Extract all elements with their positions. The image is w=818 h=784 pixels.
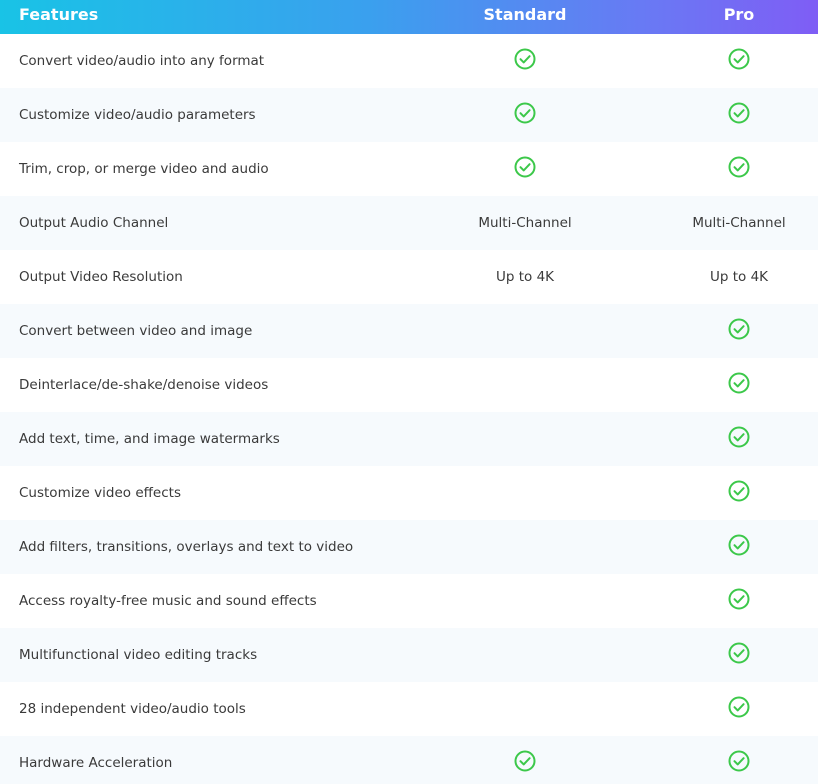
standard-cell [425, 358, 625, 412]
check-icon [514, 750, 536, 772]
pro-cell [639, 34, 818, 88]
pro-cell [639, 88, 818, 142]
feature-comparison-table: Features Standard Pro Convert video/audi… [0, 0, 818, 784]
standard-cell [425, 142, 625, 196]
pro-value: Multi-Channel [692, 215, 786, 231]
pro-cell [639, 358, 818, 412]
feature-label: Access royalty-free music and sound effe… [19, 593, 317, 609]
table-row: Add filters, transitions, overlays and t… [0, 520, 818, 574]
feature-label: Output Video Resolution [19, 269, 183, 285]
table-row: Access royalty-free music and sound effe… [0, 574, 818, 628]
pro-value: Up to 4K [709, 269, 769, 285]
feature-label: Convert video/audio into any format [19, 53, 265, 69]
pro-cell [639, 142, 818, 196]
feature-label: Convert between video and image [19, 323, 253, 339]
standard-cell [425, 88, 625, 142]
table-row: Output Audio Channel Multi-Channel Multi… [0, 196, 818, 250]
table-row: Convert between video and image [0, 304, 818, 358]
table-row: Hardware Acceleration [0, 736, 818, 784]
pro-cell [639, 520, 818, 574]
standard-cell: Multi-Channel [425, 196, 625, 250]
standard-cell [425, 466, 625, 520]
feature-label: Add text, time, and image watermarks [19, 431, 280, 447]
feature-label: Add filters, transitions, overlays and t… [19, 539, 354, 555]
header-standard: Standard [483, 5, 567, 24]
feature-label: Customize video/audio parameters [19, 107, 256, 123]
check-icon [728, 372, 750, 394]
table-row: Deinterlace/de-shake/denoise videos [0, 358, 818, 412]
pro-cell [639, 574, 818, 628]
feature-label: Hardware Acceleration [19, 755, 173, 771]
check-icon [728, 156, 750, 178]
table-header: Features Standard Pro [0, 0, 818, 34]
feature-label: 28 independent video/audio tools [19, 701, 246, 717]
feature-label: Deinterlace/de-shake/denoise videos [19, 377, 269, 393]
standard-cell [425, 736, 625, 784]
table-row: Convert video/audio into any format [0, 34, 818, 88]
check-icon [728, 534, 750, 556]
header-pro: Pro [723, 5, 755, 24]
standard-cell [425, 304, 625, 358]
check-icon [514, 48, 536, 70]
table-row: Multifunctional video editing tracks [0, 628, 818, 682]
standard-cell [425, 682, 625, 736]
feature-label: Output Audio Channel [19, 215, 169, 231]
pro-cell [639, 736, 818, 784]
pro-cell: Up to 4K [639, 250, 818, 304]
check-icon [728, 642, 750, 664]
check-icon [728, 588, 750, 610]
pro-cell: Multi-Channel [639, 196, 818, 250]
standard-cell [425, 520, 625, 574]
standard-cell [425, 34, 625, 88]
check-icon [728, 102, 750, 124]
header-features: Features [19, 5, 99, 24]
table-row: Add text, time, and image watermarks [0, 412, 818, 466]
check-icon [514, 102, 536, 124]
feature-label: Trim, crop, or merge video and audio [19, 161, 269, 177]
table-row: 28 independent video/audio tools [0, 682, 818, 736]
check-icon [728, 318, 750, 340]
check-icon [514, 156, 536, 178]
standard-value: Multi-Channel [478, 215, 572, 231]
check-icon [728, 426, 750, 448]
check-icon [728, 750, 750, 772]
standard-value: Up to 4K [495, 269, 555, 285]
feature-label: Customize video effects [19, 485, 181, 501]
standard-cell [425, 628, 625, 682]
table-row: Output Video Resolution Up to 4K Up to 4… [0, 250, 818, 304]
table-row: Customize video effects [0, 466, 818, 520]
pro-cell [639, 304, 818, 358]
table-row: Customize video/audio parameters [0, 88, 818, 142]
check-icon [728, 48, 750, 70]
pro-cell [639, 466, 818, 520]
pro-cell [639, 628, 818, 682]
check-icon [728, 480, 750, 502]
pro-cell [639, 412, 818, 466]
pro-cell [639, 682, 818, 736]
feature-label: Multifunctional video editing tracks [19, 647, 258, 663]
standard-cell [425, 574, 625, 628]
standard-cell [425, 412, 625, 466]
table-row: Trim, crop, or merge video and audio [0, 142, 818, 196]
standard-cell: Up to 4K [425, 250, 625, 304]
check-icon [728, 696, 750, 718]
